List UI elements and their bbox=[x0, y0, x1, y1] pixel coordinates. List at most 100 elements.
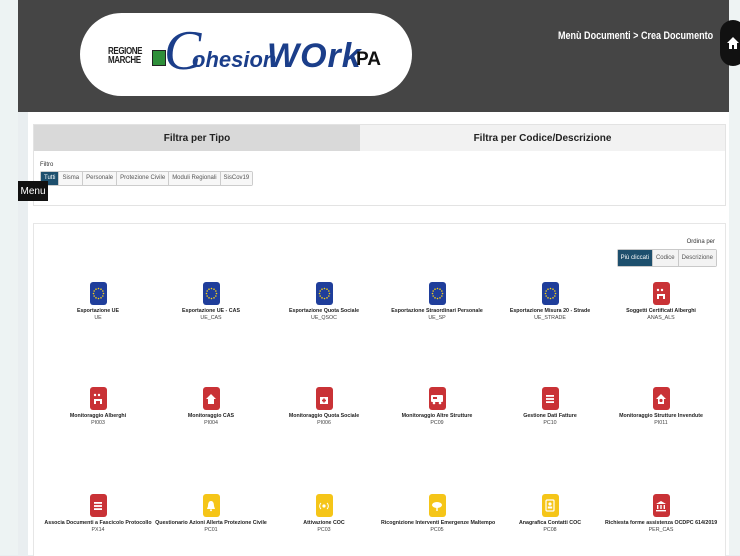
sort-description-button[interactable]: Descrizione bbox=[678, 250, 716, 266]
document-name: Esportazione UE bbox=[76, 308, 120, 314]
sort-code-button[interactable]: Codice bbox=[652, 250, 679, 266]
document-code: PC01 bbox=[204, 527, 218, 533]
document-tile[interactable]: Richiesta forme assistenza OCDPC 614/201… bbox=[605, 494, 717, 534]
breadcrumb[interactable]: Menù Documenti > Crea Documento bbox=[558, 30, 713, 42]
document-name: Gestione Dati Fatture bbox=[523, 413, 577, 419]
document-name: Ricognizione Interventi Emergenze Maltem… bbox=[381, 520, 496, 526]
filter-chips: Tutti Sisma Personale Protezione Civile … bbox=[40, 171, 254, 186]
document-tile[interactable]: Monitoraggio Quota Sociale PI006 bbox=[268, 387, 380, 427]
right-margin bbox=[729, 0, 740, 555]
document-code: PC09 bbox=[430, 420, 444, 426]
logo-work: WOrk bbox=[267, 37, 362, 75]
document-code: PER_CAS bbox=[648, 527, 674, 533]
chip-personale[interactable]: Personale bbox=[83, 172, 118, 185]
document-name: Monitoraggio Quota Sociale bbox=[288, 413, 360, 419]
sort-most-clicked-button[interactable]: Più cliccati bbox=[617, 250, 653, 266]
document-tile[interactable]: Monitoraggio Altre Strutture PC09 bbox=[381, 387, 493, 427]
camper-icon bbox=[428, 387, 446, 410]
document-name: Monitoraggio Alberghi bbox=[69, 413, 127, 419]
document-tile[interactable]: Questionario Azioni Allerta Protezione C… bbox=[155, 494, 267, 534]
document-code: ANAS_ALS bbox=[647, 315, 675, 321]
document-name: Esportazione Straordinari Personale bbox=[391, 308, 483, 314]
document-name: Esportazione Quota Sociale bbox=[288, 308, 360, 314]
documents-panel: Ordina per Più cliccati Codice Descrizio… bbox=[33, 223, 726, 556]
sort-label: Ordina per bbox=[686, 239, 715, 245]
document-name: Esportazione UE - CAS bbox=[182, 308, 240, 314]
document-tile[interactable]: Esportazione Misura 20 - Strade UE_STRADE bbox=[494, 282, 606, 322]
logo-ohesion: ohesion bbox=[192, 47, 277, 72]
document-tile[interactable]: Monitoraggio CAS PI004 bbox=[155, 387, 267, 427]
document-name: Soggetti Certificati Alberghi bbox=[626, 308, 696, 314]
cloud-icon bbox=[428, 494, 446, 517]
document-code: PC03 bbox=[317, 527, 331, 533]
document-tile[interactable]: Gestione Dati Fatture PC10 bbox=[494, 387, 606, 427]
home-icon bbox=[727, 37, 739, 49]
house-icon bbox=[202, 387, 220, 410]
document-name: Monitoraggio CAS bbox=[187, 413, 235, 419]
document-code: UE_QSOC bbox=[311, 315, 337, 321]
document-code: PI003 bbox=[91, 420, 105, 426]
tab-filter-by-code[interactable]: Filtra per Codice/Descrizione bbox=[360, 125, 725, 151]
chip-protezione-civile[interactable]: Protezione Civile bbox=[117, 172, 170, 185]
contact-icon bbox=[541, 494, 559, 517]
chip-moduli-regionali[interactable]: Moduli Regionali bbox=[169, 172, 221, 185]
region-logo-text: REGIONE MARCHE bbox=[108, 46, 143, 66]
app-logo[interactable]: REGIONE MARCHE C ohesion WOrk PA bbox=[80, 13, 412, 96]
document-code: PX14 bbox=[91, 527, 105, 533]
list-icon bbox=[541, 387, 559, 410]
hotel-icon bbox=[652, 282, 670, 305]
document-name: Attivazione COC bbox=[303, 520, 345, 526]
header-bar: REGIONE MARCHE C ohesion WOrk PA Menù Doc… bbox=[18, 0, 740, 112]
bell-icon bbox=[202, 494, 220, 517]
chip-sisma[interactable]: Sisma bbox=[59, 172, 84, 185]
eu-flag-icon bbox=[541, 282, 559, 305]
document-tile[interactable]: Soggetti Certificati Alberghi ANAS_ALS bbox=[605, 282, 717, 322]
filter-label: Filtro bbox=[40, 162, 54, 168]
tab-filter-by-type[interactable]: Filtra per Tipo bbox=[34, 125, 360, 151]
document-code: PC08 bbox=[543, 527, 557, 533]
document-code: PI004 bbox=[204, 420, 218, 426]
document-tile[interactable]: Esportazione Straordinari Personale UE_SP bbox=[381, 282, 493, 322]
list-icon bbox=[89, 494, 107, 517]
document-code: UE_CAS bbox=[200, 315, 222, 321]
chip-siscov19[interactable]: SisCov19 bbox=[220, 172, 253, 185]
document-tile[interactable]: Monitoraggio Strutture Invendute PI011 bbox=[605, 387, 717, 427]
document-tile[interactable]: Attivazione COC PC03 bbox=[268, 494, 380, 534]
menu-button[interactable]: Menu bbox=[18, 181, 48, 201]
hotel-icon bbox=[89, 387, 107, 410]
document-tile[interactable]: Esportazione Quota Sociale UE_QSOC bbox=[268, 282, 380, 322]
document-tile[interactable]: Esportazione UE - CAS UE_CAS bbox=[155, 282, 267, 322]
home-euro-icon bbox=[652, 387, 670, 410]
medkit-icon bbox=[315, 387, 333, 410]
eu-flag-icon bbox=[315, 282, 333, 305]
eu-flag-icon bbox=[89, 282, 107, 305]
eu-flag-icon bbox=[428, 282, 446, 305]
document-tile[interactable]: Ricognizione Interventi Emergenze Maltem… bbox=[381, 494, 496, 534]
logo-pa: PA bbox=[356, 49, 381, 70]
home-button[interactable] bbox=[720, 20, 740, 66]
document-name: Esportazione Misura 20 - Strade bbox=[509, 308, 591, 314]
document-code: UE bbox=[94, 315, 102, 321]
document-name: Questionario Azioni Allerta Protezione C… bbox=[155, 520, 267, 526]
document-name: Monitoraggio Altre Strutture bbox=[401, 413, 473, 419]
filter-panel: Filtra per Tipo Filtra per Codice/Descri… bbox=[33, 124, 726, 206]
document-tile[interactable]: Esportazione UE UE bbox=[42, 282, 154, 322]
document-name: Monitoraggio Strutture Invendute bbox=[619, 413, 703, 419]
sort-buttons: Più cliccati Codice Descrizione bbox=[616, 249, 717, 267]
document-tile[interactable]: Anagrafica Contatti COC PC08 bbox=[494, 494, 606, 534]
document-code: PC10 bbox=[543, 420, 557, 426]
eu-flag-icon bbox=[202, 282, 220, 305]
broadcast-icon bbox=[315, 494, 333, 517]
document-code: PI011 bbox=[654, 420, 668, 426]
bank-icon bbox=[652, 494, 670, 517]
document-name: Richiesta forme assistenza OCDPC 614/201… bbox=[605, 520, 718, 526]
document-name: Associa Documenti a Fascicolo Protocollo bbox=[44, 520, 152, 526]
document-code: UE_STRADE bbox=[534, 315, 566, 321]
document-code: PI006 bbox=[317, 420, 331, 426]
document-name: Anagrafica Contatti COC bbox=[518, 520, 582, 526]
document-tile[interactable]: Associa Documenti a Fascicolo Protocollo… bbox=[42, 494, 154, 534]
document-tile[interactable]: Monitoraggio Alberghi PI003 bbox=[42, 387, 154, 427]
left-margin bbox=[0, 0, 18, 555]
document-code: UE_SP bbox=[428, 315, 446, 321]
document-code: PC05 bbox=[430, 527, 444, 533]
